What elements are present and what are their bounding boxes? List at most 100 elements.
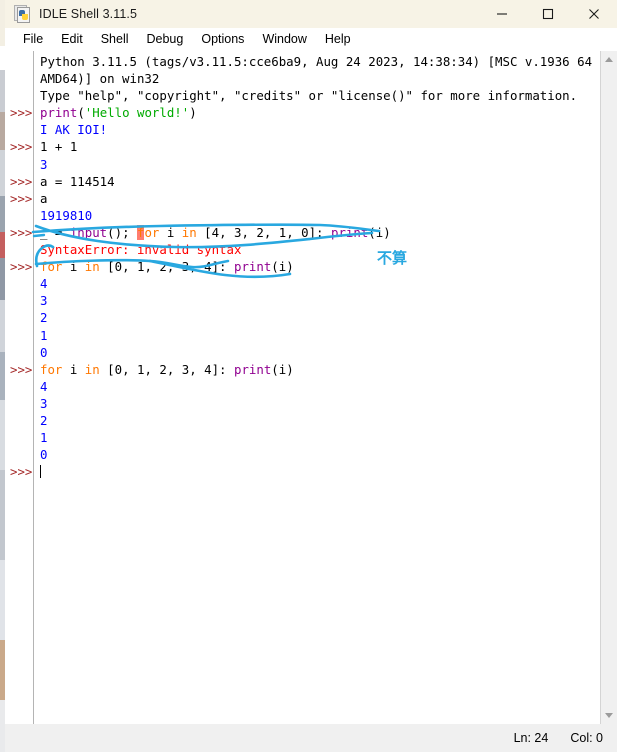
shell-line: 1 (40, 429, 600, 446)
maximize-icon[interactable] (525, 0, 571, 28)
shell-text-segment: i (62, 259, 85, 275)
menu-item-edit[interactable]: Edit (52, 28, 92, 51)
window-controls (479, 0, 617, 28)
shell-text-segment: 0 (40, 344, 48, 360)
shell-text-segment: ( (77, 105, 85, 121)
shell-prompt-blank (5, 53, 34, 70)
shell-text-segment: [0, 1, 2, 3, 4]: (99, 259, 234, 275)
shell-line: Type "help", "copyright", "credits" or "… (40, 87, 600, 104)
shell-text-segment: in (181, 224, 197, 240)
shell-text-segment: ) (189, 105, 197, 121)
menu-item-help[interactable]: Help (316, 28, 360, 51)
shell-text-segment: for (40, 259, 63, 275)
shell-text-segment: Type "help", "copyright", "credits" or "… (40, 88, 578, 104)
shell-line: a (40, 190, 600, 207)
menu-item-window[interactable]: Window (253, 28, 315, 51)
shell-area: >>> >>> >>> >>> >>> >>> >>> >>> Python 3.11.5 (… (5, 51, 617, 724)
shell-text-segment: Python 3.11.5 (tags/v3.11.5:cce6ba9, Aug… (40, 54, 600, 69)
shell-text-segment: 3 (40, 156, 48, 172)
shell-text-segment: SyntaxError: invalid syntax (40, 242, 242, 258)
prompt-column: >>> >>> >>> >>> >>> >>> >>> >>> (5, 53, 34, 480)
shell-text-segment: 1 (40, 327, 48, 343)
shell-text-segment: 1 + 1 (40, 139, 78, 155)
shell-prompt: >>> (10, 224, 33, 240)
shell-line: 1 (40, 327, 600, 344)
shell-text-segment: (); (107, 224, 137, 240)
python-idle-icon (13, 5, 31, 23)
shell-text-segment: 'Hello world!' (84, 105, 190, 121)
shell-prompt-blank (5, 292, 34, 309)
menu-item-shell[interactable]: Shell (92, 28, 138, 51)
menu-item-options[interactable]: Options (192, 28, 253, 51)
annotation-note-text: 不算 (377, 249, 408, 267)
shell-text-segment: print (330, 224, 369, 240)
shell-line: I AK IOI! (40, 121, 600, 138)
shell-text-segment: print (233, 361, 272, 377)
shell-text-segment: input (69, 224, 108, 240)
shell-text-segment: 2 (40, 412, 48, 428)
shell-prompt-blank (5, 309, 34, 326)
shell-text-segment: AMD64)] on win32 (40, 71, 160, 87)
menu-item-debug[interactable]: Debug (138, 28, 193, 51)
shell-text-segment: 1 (40, 430, 48, 446)
shell-text-segment: _ = (40, 224, 70, 240)
shell-text-segment: or (144, 224, 160, 240)
window-title: IDLE Shell 3.11.5 (39, 7, 138, 21)
shell-line: 3 (40, 156, 600, 173)
vertical-scrollbar[interactable] (600, 51, 617, 724)
scroll-up-icon[interactable] (601, 51, 617, 68)
shell-text-segment: (i) (271, 259, 294, 275)
title-bar: IDLE Shell 3.11.5 (5, 0, 617, 28)
shell-text-segment: i (159, 224, 182, 240)
shell-line: 1 + 1 (40, 138, 600, 155)
shell-text-segment: [0, 1, 2, 3, 4]: (99, 361, 234, 377)
shell-line: 2 (40, 412, 600, 429)
shell-prompt-blank (5, 70, 34, 87)
shell-line: _ = input(); for i in [4, 3, 2, 1, 0]: p… (40, 224, 600, 241)
shell-text-segment: a (40, 190, 48, 206)
shell-text-segment: a = 114514 (40, 173, 115, 189)
shell-text-segment: 3 (40, 293, 48, 309)
shell-line (40, 463, 600, 480)
shell-prompt-blank (5, 207, 34, 224)
shell-prompt-blank (5, 429, 34, 446)
menu-item-file[interactable]: File (14, 28, 52, 51)
shell-prompt-blank (5, 412, 34, 429)
shell-line: AMD64)] on win32 (40, 70, 600, 87)
minimize-icon[interactable] (479, 0, 525, 28)
shell-text-segment: 3 (40, 395, 48, 411)
shell-prompt-blank (5, 395, 34, 412)
shell-prompt: >>> (10, 139, 33, 155)
scroll-down-icon[interactable] (601, 707, 617, 724)
prompt-gutter: >>> >>> >>> >>> >>> >>> >>> >>> (5, 51, 34, 724)
shell-text-segment: 2 (40, 310, 48, 326)
shell-text-segment: 1919810 (40, 207, 93, 223)
shell-text-segment: (i) (368, 224, 391, 240)
shell-prompt-blank (5, 156, 34, 173)
shell-line: 4 (40, 378, 600, 395)
shell-prompt: >>> (10, 259, 33, 275)
shell-text-segment: I AK IOI! (40, 122, 108, 138)
shell-line: 0 (40, 446, 600, 463)
shell-line: a = 114514 (40, 173, 600, 190)
shell-line: Python 3.11.5 (tags/v3.11.5:cce6ba9, Aug… (40, 53, 600, 70)
shell-text-segment: print (40, 105, 78, 121)
shell-text-segment: 4 (40, 276, 48, 292)
close-icon[interactable] (571, 0, 617, 28)
idle-shell-window: IDLE Shell 3.11.5 File Edit Shell Debug … (0, 0, 617, 752)
shell-line: 3 (40, 395, 600, 412)
status-bar: Ln: 24 Col: 0 (5, 724, 617, 752)
shell-prompt-blank (5, 241, 34, 258)
menu-bar: File Edit Shell Debug Options Window Hel… (5, 28, 617, 51)
shell-text-area[interactable]: Python 3.11.5 (tags/v3.11.5:cce6ba9, Aug… (35, 51, 600, 724)
shell-text-segment: print (233, 259, 272, 275)
shell-line: 3 (40, 292, 600, 309)
text-caret (40, 465, 41, 479)
shell-prompt: >>> (10, 190, 33, 206)
shell-prompt-blank (5, 87, 34, 104)
shell-line: 4 (40, 275, 600, 292)
shell-prompt-blank (5, 446, 34, 463)
shell-prompt-blank (5, 121, 34, 138)
shell-text-segment: 0 (40, 447, 48, 463)
shell-prompt-blank (5, 327, 34, 344)
